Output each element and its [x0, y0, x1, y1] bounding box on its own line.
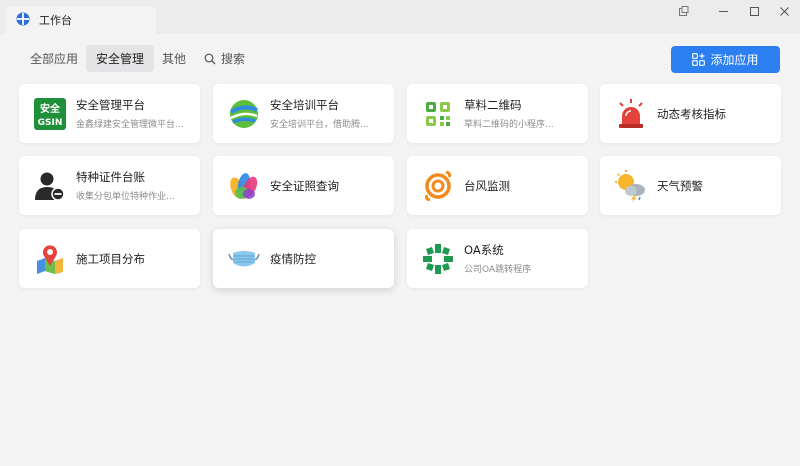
maximize-button[interactable] — [740, 2, 768, 20]
app-card-weather-warning[interactable]: 天气预警 — [600, 156, 781, 215]
app-title: 特种证件台账 — [76, 170, 145, 184]
app-title: 安全培训平台 — [270, 98, 339, 112]
app-title: 施工项目分布 — [76, 251, 145, 266]
title-bar: 工作台 — [0, 0, 800, 34]
gsin-logo-icon: 安全 GSIN — [33, 97, 67, 131]
minimize-button[interactable] — [709, 2, 737, 20]
app-card-project-distribution[interactable]: 施工项目分布 — [19, 229, 200, 288]
typhoon-icon — [421, 169, 455, 203]
qr-code-icon — [421, 97, 455, 131]
app-card-safety-management-platform[interactable]: 安全 GSIN 安全管理平台 金鑫绿建安全管理微平台... — [19, 84, 200, 143]
tab-all-apps[interactable]: 全部应用 — [20, 45, 88, 72]
add-app-icon — [692, 53, 706, 66]
search-label: 搜索 — [221, 52, 246, 66]
close-icon — [779, 6, 789, 16]
face-mask-icon — [227, 242, 261, 276]
app-title: 安全管理平台 — [76, 98, 145, 112]
app-title: 疫情防控 — [270, 251, 316, 266]
app-desc: 草料二维码的小程序... — [464, 120, 554, 130]
globe-icon — [227, 97, 261, 131]
weather-storm-icon — [614, 169, 648, 203]
search-button[interactable]: 搜索 — [204, 45, 245, 72]
gsin-badge-line2: GSIN — [38, 118, 63, 128]
app-title: 动态考核指标 — [657, 106, 726, 121]
app-title: 草料二维码 — [464, 98, 522, 112]
user-minus-icon — [33, 169, 67, 203]
minimize-icon — [718, 10, 728, 12]
app-card-qr-code[interactable]: 草料二维码 草料二维码的小程序... — [407, 84, 588, 143]
app-desc: 安全培训平台，借助腾... — [270, 120, 369, 130]
pin-window-button[interactable] — [669, 2, 697, 20]
app-desc: 收集分包单位特种作业... — [76, 192, 175, 202]
workbench-logo-icon — [16, 11, 30, 30]
map-pin-icon — [33, 242, 67, 276]
tab-other[interactable]: 其他 — [152, 45, 196, 72]
alarm-light-icon — [614, 97, 648, 131]
add-app-button[interactable]: 添加应用 — [671, 46, 780, 73]
maximize-icon — [749, 6, 759, 16]
colorful-leaves-icon — [227, 169, 261, 203]
search-icon — [204, 53, 216, 64]
app-title: 台风监测 — [464, 178, 510, 193]
app-card-epidemic-prevention[interactable]: 疫情防控 — [213, 229, 394, 288]
app-title: OA系统 — [464, 243, 504, 257]
app-card-safety-training-platform[interactable]: 安全培训平台 安全培训平台，借助腾... — [213, 84, 394, 143]
filter-bar: 全部应用 安全管理 其他 搜索 添加应用 — [0, 34, 800, 84]
add-app-label: 添加应用 — [710, 53, 759, 67]
app-title: 天气预警 — [657, 178, 703, 193]
app-card-certificate-query[interactable]: 安全证照查询 — [213, 156, 394, 215]
workbench-tab[interactable]: 工作台 — [6, 6, 156, 34]
app-card-special-certificates[interactable]: 特种证件台账 收集分包单位特种作业... — [19, 156, 200, 215]
tab-title: 工作台 — [39, 14, 72, 27]
app-desc: 金鑫绿建安全管理微平台... — [76, 120, 184, 130]
gsin-badge-line1: 安全 — [40, 102, 61, 115]
app-card-typhoon-monitor[interactable]: 台风监测 — [407, 156, 588, 215]
close-button[interactable] — [770, 2, 798, 20]
app-card-dynamic-assessment[interactable]: 动态考核指标 — [600, 84, 781, 143]
app-desc: 公司OA跳转程序 — [464, 265, 532, 275]
pin-icon — [678, 5, 688, 16]
app-card-oa-system[interactable]: OA系统 公司OA跳转程序 — [407, 229, 588, 288]
oa-logo-icon — [421, 242, 455, 276]
app-title: 安全证照查询 — [270, 178, 339, 193]
tab-safety-management[interactable]: 安全管理 — [86, 45, 155, 72]
